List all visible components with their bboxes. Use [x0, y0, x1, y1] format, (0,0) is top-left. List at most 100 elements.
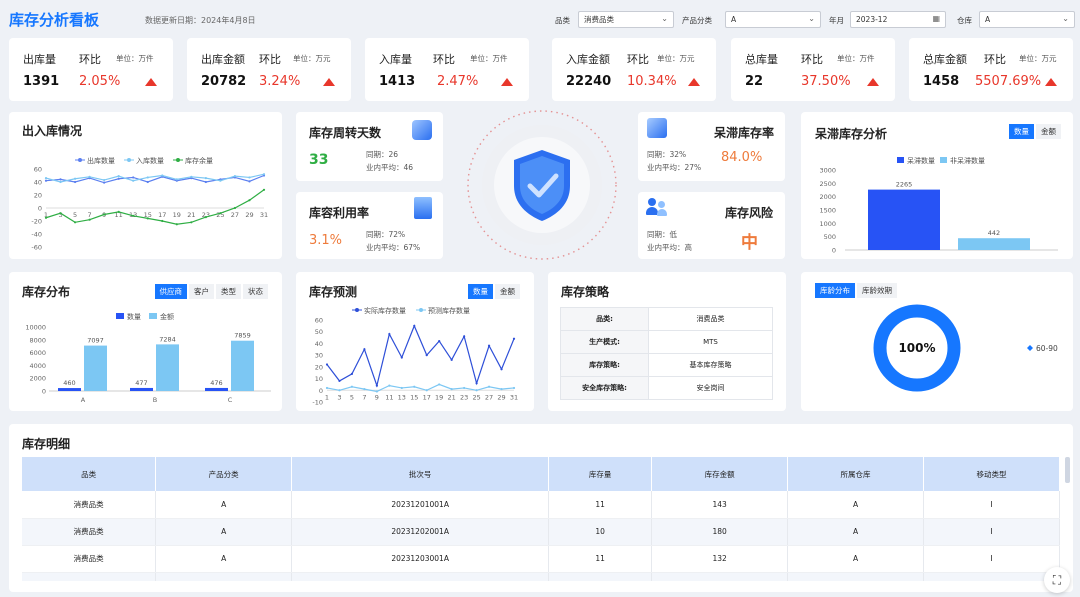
column-header[interactable]: 批次号	[291, 457, 550, 491]
table-row[interactable]: 消费品类 A 20231203001A 11 132 A I	[22, 545, 1060, 573]
filter-category-select[interactable]: 消费品类 ⌄	[578, 11, 674, 28]
kpi-value: 1391	[23, 74, 60, 89]
x-tick-label: C	[228, 396, 233, 404]
risk-title: 库存风险	[725, 206, 774, 220]
fullscreen-button[interactable]: ⛶	[1044, 567, 1070, 593]
kpi-unit: 单位：万元	[1019, 54, 1057, 63]
forecast-series	[325, 324, 516, 393]
filter-product-select[interactable]: A ⌄	[725, 11, 821, 28]
y-tick-label: 30	[315, 352, 323, 360]
table-row: 库存策略: 基本库存策略	[560, 353, 773, 377]
data-point	[413, 324, 416, 327]
capacity-title: 库容利用率	[309, 206, 370, 220]
filter-month-picker[interactable]: 2023-12 ▦	[850, 11, 946, 28]
data-point	[132, 179, 135, 182]
filter-product-label: 产品分类	[682, 16, 712, 25]
data-point	[325, 386, 329, 390]
filter-warehouse-select[interactable]: A ⌄	[979, 11, 1075, 28]
x-tick-label: B	[153, 396, 157, 404]
detail-title: 库存明细	[22, 437, 71, 451]
bar	[156, 344, 179, 391]
x-tick-label: 11	[385, 393, 393, 401]
x-tick-label: 17	[158, 211, 166, 219]
column-header[interactable]: 库存金额	[651, 457, 789, 491]
stagnant-rate-value: 84.0%	[721, 150, 763, 165]
x-tick-label: A	[81, 396, 86, 404]
x-tick-label: 5	[73, 211, 77, 219]
data-point	[219, 179, 222, 182]
strategy-value: MTS	[648, 330, 773, 354]
scrollbar[interactable]	[1065, 457, 1070, 483]
kpi-unit: 单位：万件	[470, 54, 508, 63]
y-tick-label: -60	[31, 244, 42, 252]
y-tick-label: 0	[38, 205, 42, 213]
kpi-hb-label: 环比	[259, 53, 281, 66]
column-header[interactable]: 产品分类	[155, 457, 293, 491]
x-tick-label: 31	[510, 393, 518, 401]
y-tick-label: -10	[312, 399, 323, 407]
kpi-hb-label: 环比	[433, 53, 455, 66]
x-tick-label: 13	[398, 393, 406, 401]
column-header[interactable]: 移动类型	[923, 457, 1060, 491]
up-arrow-icon	[688, 78, 700, 86]
legend-marker-icon	[1027, 345, 1033, 351]
series-line	[45, 189, 265, 225]
data-point	[190, 175, 193, 178]
series-line	[326, 324, 515, 388]
turnover-card: 库存周转天数 33 同期：26 业内平均：46	[296, 112, 443, 181]
distribution-chart: 数量 金额 1000080006000400020000A B C 46070974…	[25, 312, 271, 404]
x-tick-label: 31	[260, 211, 268, 219]
y-tick-label: 20	[315, 363, 323, 371]
data-point	[44, 177, 48, 180]
bar-value-label: 460	[63, 379, 75, 387]
detail-table-wrap[interactable]: 品类 产品分类 批次号 库存量 库存金额 所属仓库 移动类型 消费品类 A 2023…	[22, 457, 1060, 581]
table-row[interactable]: 消费品类 A 20231202001A 10 180 A I	[22, 518, 1060, 546]
column-header[interactable]: 品类	[22, 457, 157, 491]
data-point	[44, 216, 48, 219]
data-point	[475, 382, 478, 385]
bar	[58, 388, 81, 391]
y-tick-label: 2000	[29, 375, 46, 383]
kpi-percent: 2.05%	[79, 74, 121, 89]
stagnant-rate-yoy: 同期：32%	[647, 150, 687, 159]
data-point	[425, 389, 428, 392]
y-tick-label: 20	[34, 192, 42, 200]
data-point	[161, 174, 164, 177]
table-row: 安全库存策略: 安全岗间	[560, 376, 773, 400]
table-row: 生产模式: MTS	[560, 330, 773, 354]
column-header[interactable]: 所属仓库	[787, 457, 924, 491]
kpi-unit: 单位：万件	[116, 54, 154, 63]
data-point	[146, 176, 149, 179]
kpi-name: 入库量	[379, 53, 412, 66]
kpi-name: 入库金额	[566, 53, 610, 66]
data-point	[219, 212, 222, 215]
data-point	[233, 206, 237, 210]
x-tick-label: 27	[231, 211, 239, 219]
bar	[130, 387, 153, 391]
data-point	[487, 385, 491, 388]
y-tick-label: 40	[34, 179, 42, 187]
kpi-name: 总库量	[745, 53, 778, 66]
data-point	[117, 175, 120, 178]
page-title: 库存分析看板	[9, 11, 100, 29]
strategy-title: 库存策略	[561, 285, 610, 299]
legend-non-stagnant: 非呆滞数量	[950, 156, 985, 165]
capacity-value: 3.1%	[309, 233, 343, 248]
kpi-percent: 37.50%	[801, 74, 851, 89]
table-row[interactable]: 消费品类 A 20231201001A 11 143 A I	[22, 491, 1060, 519]
data-point	[146, 180, 149, 184]
inout-chart: 出库数量 入库数量 库存余量 6040200-20-40-60 13579111…	[31, 156, 268, 252]
data-point	[363, 348, 366, 351]
y-tick-label: 6000	[29, 349, 46, 357]
age-donut-chart: 100% 60-90	[873, 304, 1058, 392]
kpi-value: 22240	[566, 74, 612, 89]
legend-amount: 金额	[160, 312, 174, 321]
data-point	[400, 356, 403, 359]
column-header[interactable]: 库存量	[548, 457, 653, 491]
y-tick-label: 60	[315, 317, 323, 325]
kpi-card-total-amount: 总库金额 环比 单位：万元 1458 5507.69%	[909, 38, 1073, 101]
y-tick-label: 2500	[819, 180, 836, 188]
data-point	[59, 180, 62, 184]
y-tick-label: 3000	[819, 167, 836, 175]
stagnant-rate-card: 呆滞库存率 同期：32% 业内平均：27% 84.0%	[638, 112, 785, 181]
